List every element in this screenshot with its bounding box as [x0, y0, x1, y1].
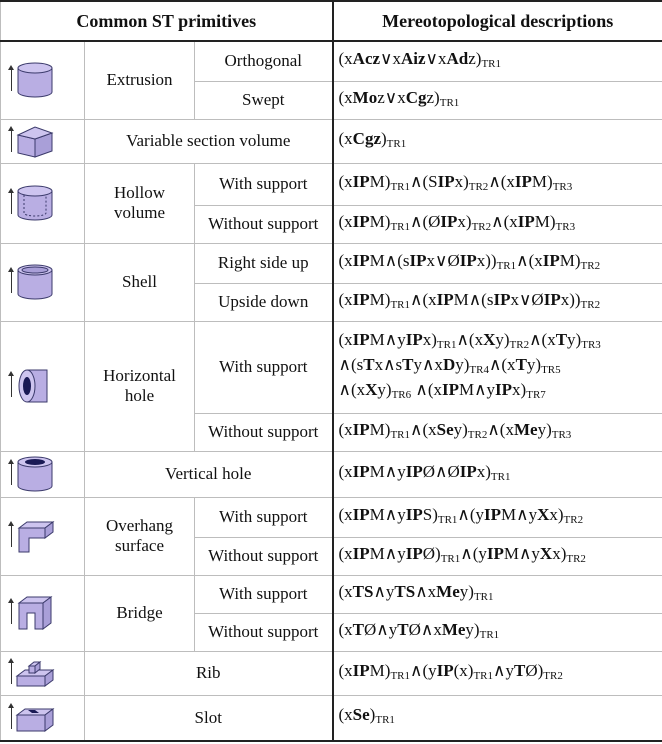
overhang-icon-cell: [0, 496, 85, 576]
table-row: Variable section volume (xCgz)TR1: [0, 118, 662, 164]
variable-volume-icon: [16, 126, 54, 158]
overhang-sub-with: With support: [194, 496, 334, 538]
extrusion-desc-orthogonal: (xAcz∨xAiz∨xAdz)TR1: [332, 40, 662, 82]
vertical-name: Vertical hole: [84, 450, 334, 498]
primitives-table: Common ST primitives Mereotopological de…: [0, 0, 662, 742]
z-axis-icon: [8, 702, 14, 729]
bridge-desc-without: (xTØ∧yTØ∧xMey)TR1: [332, 612, 662, 652]
table-row: Bridge With support (xTS∧yTS∧xMey)TR1: [0, 574, 662, 652]
cylinder-icon: [17, 62, 53, 98]
z-axis-icon: [8, 521, 14, 547]
bridge-icon-cell: [0, 574, 85, 652]
table-row: Vertical hole (xIPM∧yIPØ∧ØIPx)TR1: [0, 450, 662, 498]
overhang-sub-without: Without support: [194, 536, 334, 576]
table-row: Rib (xIPM)TR1∧(yIP(x)TR1∧yTØ)TR2: [0, 650, 662, 696]
overhang-icon: [17, 521, 55, 553]
variable-icon-cell: [0, 118, 85, 164]
shell-sub-upside: Upside down: [194, 282, 334, 322]
slot-name: Slot: [84, 694, 334, 742]
bridge-sub-without: Without support: [194, 612, 334, 652]
horizontal-desc-without: (xIPM)TR1∧(xSey)TR2∧(xMey)TR3: [332, 412, 662, 452]
shell-icon: [17, 264, 53, 300]
shell-name: Shell: [84, 242, 195, 322]
hollow-desc-with: (xIPM)TR1∧(SIPx)TR2∧(xIPM)TR3: [332, 162, 662, 206]
table-row: Extrusion Orthogonal (xAcz∨xAiz∨xAdz)TR1: [0, 40, 662, 120]
extrusion-desc-swept: (xMoz∨xCgz)TR1: [332, 80, 662, 120]
shell-icon-cell: [0, 242, 85, 322]
z-axis-icon: [8, 267, 14, 293]
z-axis-icon: [8, 188, 14, 214]
hollow-icon-cell: [0, 162, 85, 244]
header-row: Common ST primitives Mereotopological de…: [0, 0, 662, 42]
hollow-sub-with: With support: [194, 162, 334, 206]
overhang-desc-with: (xIPM∧yIPS)TR1∧(yIPM∧yXx)TR2: [332, 496, 662, 538]
overhang-desc-without: (xIPM∧yIPØ)TR1∧(yIPM∧yXx)TR2: [332, 536, 662, 576]
vertical-icon-cell: [0, 450, 85, 498]
bridge-sub-with: With support: [194, 574, 334, 614]
horizontal-name: Horizontal hole: [84, 320, 195, 452]
bridge-name: Bridge: [84, 574, 195, 652]
header-primitives: Common ST primitives: [0, 0, 334, 42]
table-row: Horizontal hole With support (xIPM∧yIPx)…: [0, 320, 662, 452]
shell-desc-right: (xIPM∧(sIPx∨ØIPx))TR1∧(xIPM)TR2: [332, 242, 662, 284]
rib-desc: (xIPM)TR1∧(yIP(x)TR1∧yTØ)TR2: [332, 650, 662, 696]
vertical-hole-icon: [17, 456, 53, 492]
slot-icon-cell: [0, 694, 85, 742]
horizontal-icon-cell: [0, 320, 85, 452]
z-axis-icon: [8, 65, 14, 92]
overhang-name: Overhang surface: [84, 496, 195, 576]
rib-name: Rib: [84, 650, 334, 696]
extrusion-sub-orthogonal: Orthogonal: [194, 40, 334, 82]
slot-icon: [15, 707, 55, 732]
hollow-cylinder-icon: [17, 185, 53, 221]
horizontal-sub-without: Without support: [194, 412, 334, 452]
variable-name: Variable section volume: [84, 118, 334, 164]
shell-sub-right: Right side up: [194, 242, 334, 284]
extrusion-icon-cell: [0, 40, 85, 120]
hollow-desc-without: (xIPM)TR1∧(ØIPx)TR2∧(xIPM)TR3: [332, 204, 662, 244]
rib-icon-cell: [0, 650, 85, 696]
table-row: Overhang surface With support (xIPM∧yIPS…: [0, 496, 662, 576]
header-descriptions: Mereotopological descriptions: [332, 0, 662, 42]
z-axis-icon: [8, 371, 14, 397]
z-axis-icon: [8, 126, 14, 152]
bridge-icon: [17, 596, 53, 630]
z-axis-icon: [8, 459, 14, 485]
table-row: Slot (xSe)TR1: [0, 694, 662, 742]
extrusion-name: Extrusion: [84, 40, 195, 120]
horizontal-desc-with: (xIPM∧yIPx)TR1∧(xXy)TR2∧(xTy)TR3 ∧(sTx∧sT…: [332, 320, 662, 414]
z-axis-icon: [8, 598, 14, 624]
horizontal-hole-icon: [18, 369, 48, 403]
z-axis-icon: [8, 658, 14, 684]
shell-desc-upside: (xIPM)TR1∧(xIPM∧(sIPx∨ØIPx))TR2: [332, 282, 662, 322]
hollow-sub-without: Without support: [194, 204, 334, 244]
vertical-desc: (xIPM∧yIPØ∧ØIPx)TR1: [332, 450, 662, 498]
bridge-desc-with: (xTS∧yTS∧xMey)TR1: [332, 574, 662, 614]
table-row: Shell Right side up (xIPM∧(sIPx∨ØIPx))TR…: [0, 242, 662, 322]
variable-desc: (xCgz)TR1: [332, 118, 662, 164]
horizontal-sub-with: With support: [194, 320, 334, 414]
rib-icon: [15, 660, 55, 687]
extrusion-sub-swept: Swept: [194, 80, 334, 120]
slot-desc: (xSe)TR1: [332, 694, 662, 742]
table-row: Hollow volume With support (xIPM)TR1∧(SI…: [0, 162, 662, 244]
hollow-name: Hollow volume: [84, 162, 195, 244]
